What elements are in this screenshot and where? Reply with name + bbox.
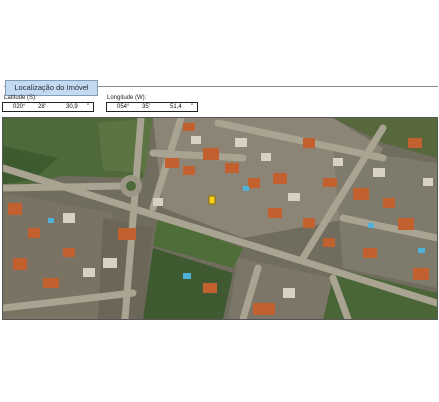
latitude-seconds-mark: " [87,104,90,110]
latitude-minutes: 28' [38,104,46,110]
latitude-seconds: 30,9 [66,104,78,110]
longitude-degrees: 054° [117,104,130,110]
section-title: Localização do Imóvel [5,80,98,96]
longitude-seconds-mark: " [191,104,194,110]
latitude-label: Latitude (S): [4,95,37,101]
longitude-seconds: 51,4 [170,104,182,110]
latitude-field[interactable]: 020° 28' 30,9 " [2,102,94,112]
satellite-image [3,118,437,319]
property-marker [208,195,216,205]
longitude-label: Longitude (W): [107,95,147,101]
longitude-minutes: 35' [142,104,150,110]
longitude-field[interactable]: 054° 35' 51,4 " [106,102,198,112]
latitude-degrees: 020° [13,104,26,110]
satellite-map[interactable] [2,117,438,320]
